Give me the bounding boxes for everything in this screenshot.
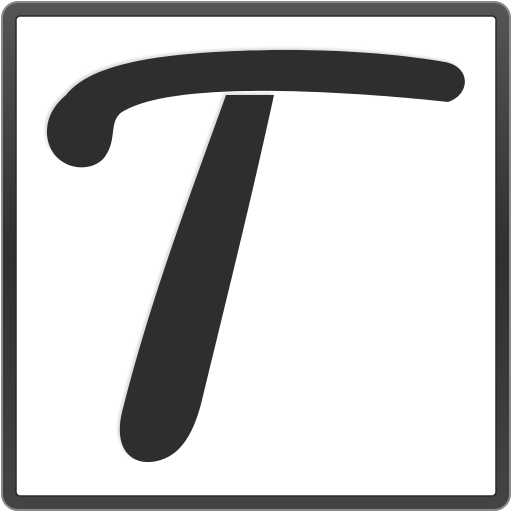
app-icon [0, 0, 512, 512]
app-icon-svg [1, 1, 511, 511]
